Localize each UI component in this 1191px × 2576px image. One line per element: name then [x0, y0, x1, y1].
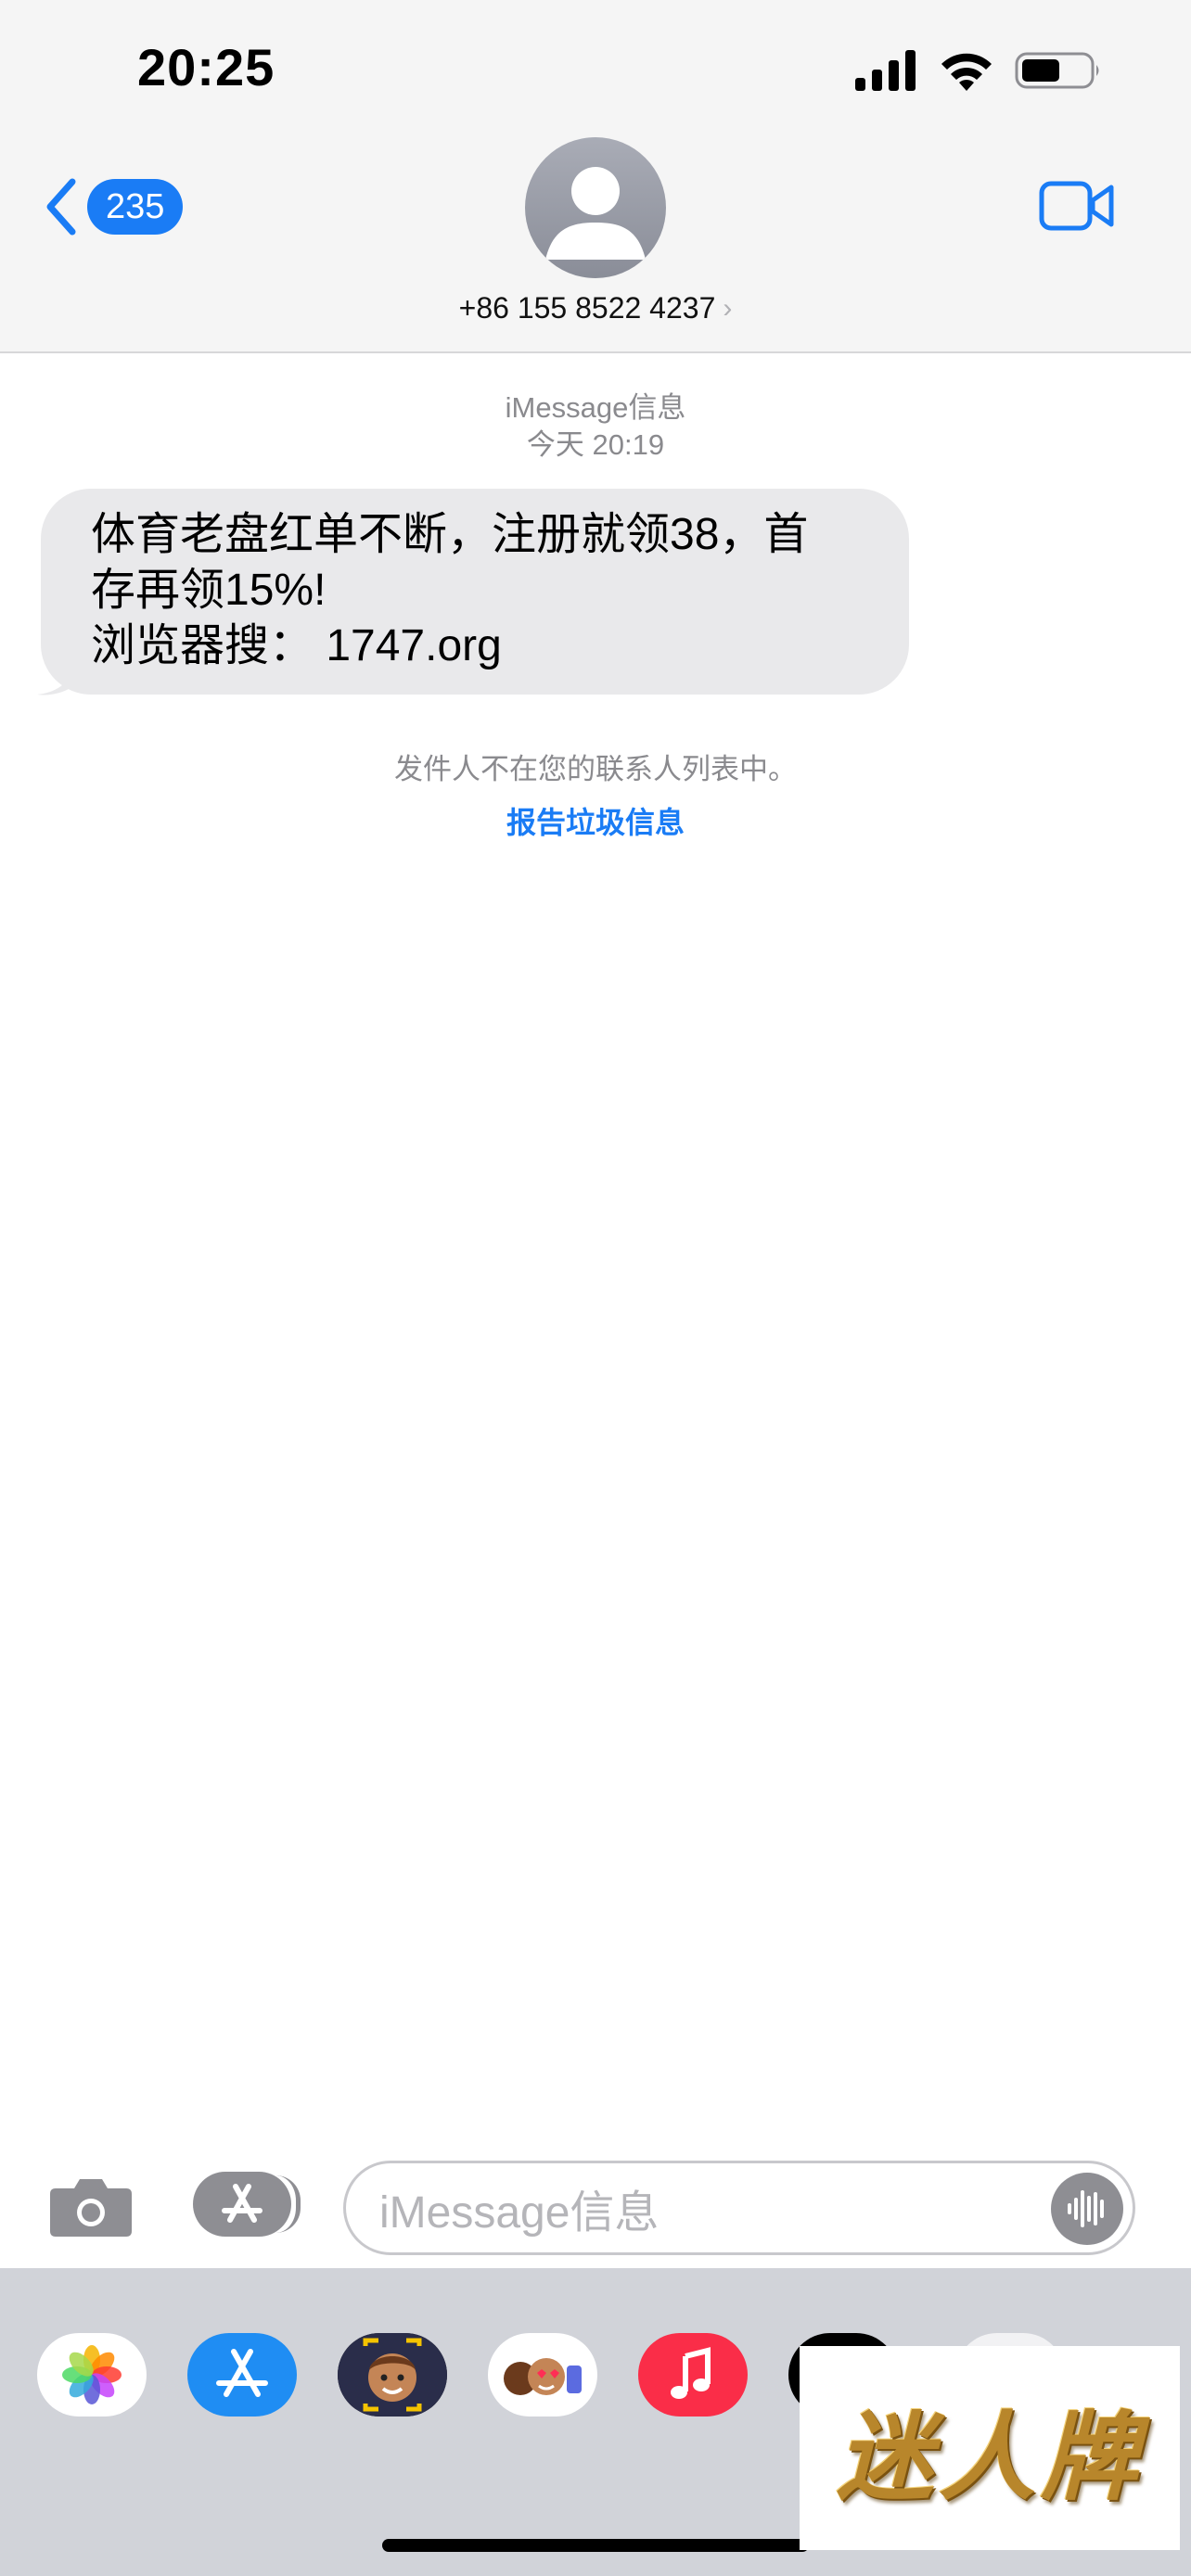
app-store-icon [222, 2184, 263, 2223]
message-line: 体育老盘红单不断，注册就领38，首 [91, 510, 809, 559]
message-line: 浏览器搜： 1747.org [91, 621, 502, 670]
message-bubble[interactable]: 体育老盘红单不断，注册就领38，首 存再领15%! 浏览器搜： 1747.org [37, 489, 909, 695]
animoji-stickers-app-icon [504, 2358, 582, 2395]
message-timestamp: 今天 20:19 [526, 428, 665, 461]
app-store-app-icon [216, 2349, 268, 2397]
chevron-right-icon: › [723, 292, 733, 324]
conversation-meta: iMessage信息 今天 20:19 [0, 389, 1191, 464]
unknown-sender-notice: 发件人不在您的联系人列表中。 [394, 753, 797, 785]
received-message[interactable]: 体育老盘红单不断，注册就领38，首 存再领15%! 浏览器搜： 1747.org [37, 489, 909, 695]
home-indicator [382, 2539, 809, 2552]
contact-number-label: +86 155 8522 4237 [458, 291, 716, 325]
person-icon [545, 167, 646, 260]
photos-app-icon [62, 2345, 122, 2404]
report-junk-link[interactable]: 报告垃圾信息 [0, 799, 1191, 842]
audio-waveform-icon [1068, 2190, 1104, 2227]
compose-bar: iMessage信息 [0, 2153, 1191, 2264]
contact-number[interactable]: +86 155 8522 4237 › [459, 291, 733, 325]
battery-icon [1015, 52, 1099, 89]
facetime-video-button[interactable] [1039, 178, 1115, 238]
apps-button[interactable] [193, 2172, 301, 2237]
bubble-tail [37, 665, 74, 695]
service-label: iMessage信息 [505, 391, 686, 424]
video-camera-icon [1039, 181, 1114, 231]
camera-icon [50, 2179, 132, 2237]
photos-app-button[interactable] [37, 2333, 147, 2417]
watermark-logo: 迷人牌 [800, 2346, 1180, 2550]
memoji-app-icon [338, 2333, 447, 2417]
music-app-button[interactable] [638, 2333, 748, 2417]
message-line: 存再领15%! [91, 566, 327, 615]
camera-button[interactable] [48, 2174, 134, 2243]
contact-header[interactable]: +86 155 8522 4237 › [0, 137, 1191, 325]
status-time: 20:25 [137, 38, 275, 96]
memoji-app-button[interactable] [338, 2333, 447, 2417]
message-input-placeholder: iMessage信息 [379, 2188, 660, 2238]
app-store-app-button[interactable] [187, 2333, 297, 2417]
animoji-stickers-app-button[interactable] [488, 2333, 597, 2417]
message-input[interactable]: iMessage信息 [343, 2161, 1135, 2255]
music-note-icon [671, 2347, 711, 2399]
cellular-signal-icon [855, 50, 916, 91]
status-icons [855, 48, 1102, 93]
audio-message-button[interactable] [1051, 2173, 1123, 2245]
watermark-text: 迷人牌 [836, 2399, 1143, 2514]
navigation-header: 20:25 235 +86 155 8522 4237 › [0, 0, 1191, 353]
wifi-icon [941, 53, 992, 91]
contact-avatar[interactable] [525, 137, 666, 278]
